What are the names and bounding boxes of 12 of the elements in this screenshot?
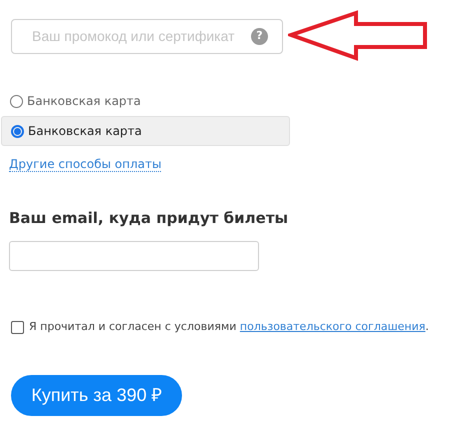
agreement-link[interactable]: пользовательского соглашения [240,320,426,333]
agreement-checkbox[interactable] [11,320,24,334]
payment-option[interactable]: Банковская карта [1,116,290,146]
buy-button[interactable]: Купить за 390 ₽ [11,375,182,416]
promo-input[interactable]: Ваш промокод или сертификат [32,26,251,47]
email-field[interactable] [9,241,259,271]
agreement-text: Я прочитал и согласен с условиями пользовательского соглашения. [29,319,429,335]
payment-option[interactable]: Банковская карта [0,86,470,116]
email-heading: Ваш email, куда придут билеты [8,208,290,228]
other-payment-link[interactable]: Другие способы оплаты [9,157,162,172]
help-icon[interactable]: ? [251,28,268,45]
promo-field[interactable]: Ваш промокод или сертификат ? [11,19,283,54]
